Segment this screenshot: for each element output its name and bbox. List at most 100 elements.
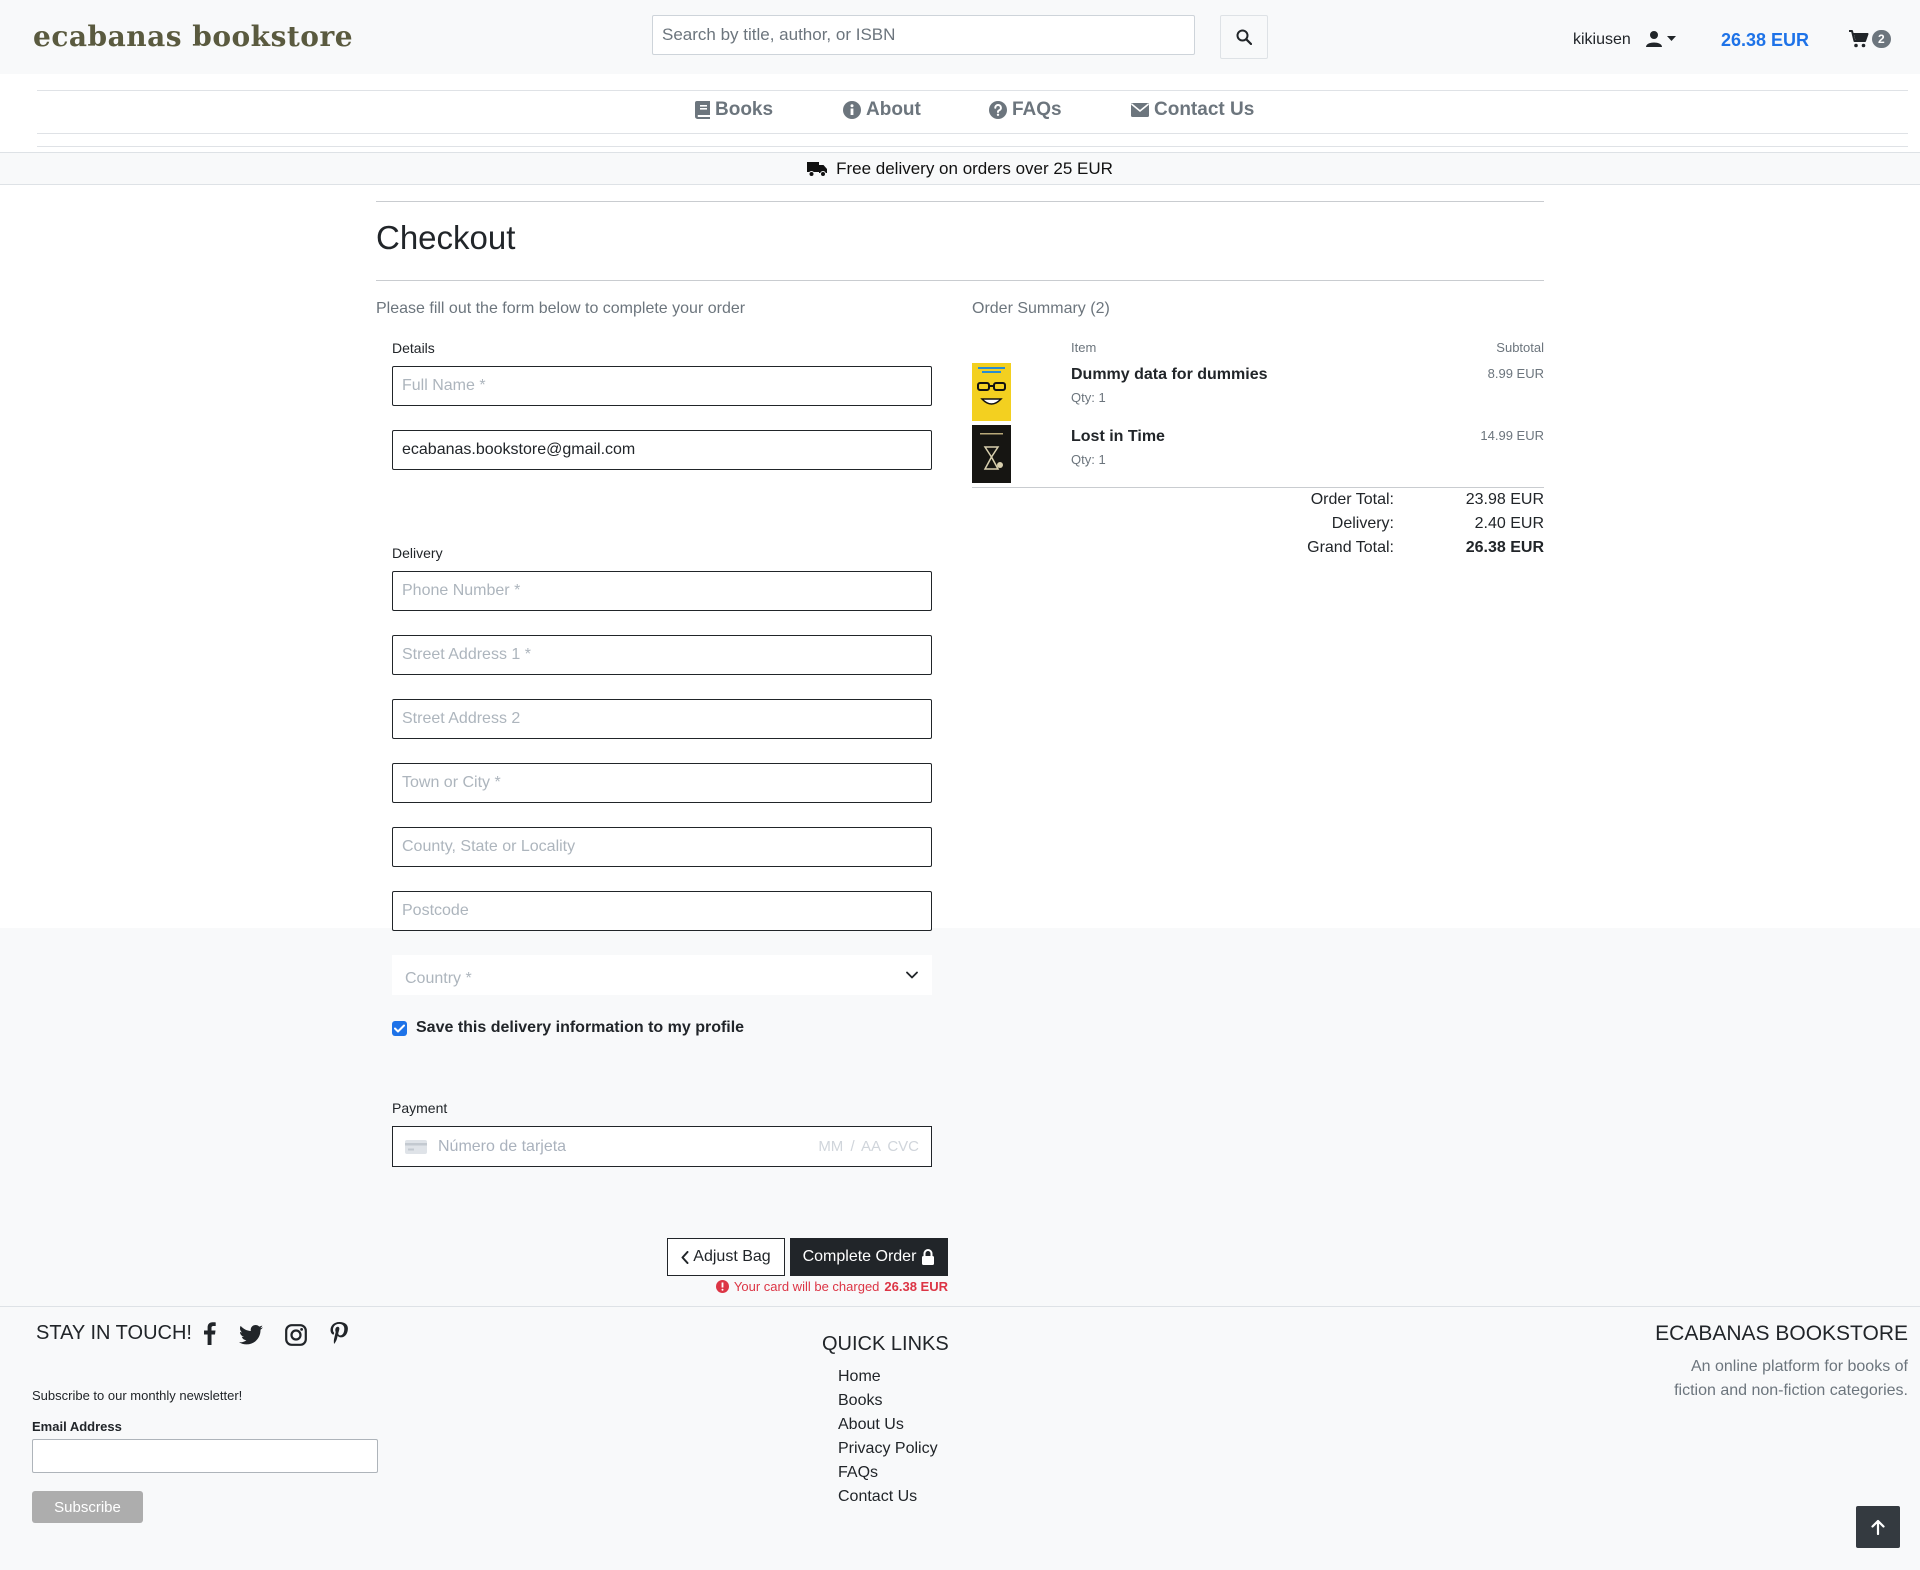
- check-icon: [394, 1024, 405, 1032]
- order-total-value: 23.98 EUR: [1465, 491, 1544, 508]
- user-icon: [1646, 31, 1662, 47]
- details-legend: Details: [392, 340, 435, 356]
- order-summary-title: Order Summary (2): [972, 300, 1110, 317]
- email-field[interactable]: [392, 430, 932, 470]
- postcode-field[interactable]: [392, 891, 932, 931]
- save-info-row: Save this delivery information to my pro…: [392, 1019, 744, 1037]
- search-input[interactable]: [652, 15, 1195, 55]
- twitter-icon: [239, 1325, 263, 1345]
- nav-label: Contact Us: [1154, 99, 1255, 120]
- chevron-left-icon: [681, 1250, 689, 1264]
- main-nav: Books About FAQs Contact Us: [0, 92, 1920, 132]
- facebook-link[interactable]: [203, 1321, 216, 1345]
- street-address-2-field[interactable]: [392, 699, 932, 739]
- nav-label: FAQs: [1012, 99, 1062, 120]
- country-placeholder: Country *: [405, 970, 472, 987]
- complete-order-label: Complete Order: [802, 1248, 917, 1265]
- instagram-icon: [285, 1324, 307, 1346]
- nav-books[interactable]: Books: [695, 99, 773, 121]
- pinterest-link[interactable]: [330, 1322, 348, 1346]
- nav-contact[interactable]: Contact Us: [1131, 99, 1254, 121]
- adjust-bag-label: Adjust Bag: [693, 1248, 771, 1265]
- quick-link-about-us[interactable]: About Us: [838, 1413, 938, 1437]
- username: kikiusen: [1573, 31, 1631, 48]
- book-cover-thumbnail: [972, 425, 1011, 483]
- stay-in-touch-title: STAY IN TOUCH!: [36, 1322, 192, 1344]
- subscribe-button[interactable]: Subscribe: [32, 1491, 143, 1523]
- save-info-checkbox[interactable]: [392, 1020, 407, 1036]
- lock-icon: [922, 1249, 935, 1265]
- newsletter-text: Subscribe to our monthly newsletter!: [32, 1388, 243, 1403]
- envelope-icon: [1131, 103, 1149, 117]
- order-total-label: Order Total:: [1310, 491, 1394, 508]
- lower-background: [0, 928, 1920, 1570]
- truck-icon: [807, 161, 828, 177]
- site-logo[interactable]: ecabanas bookstore: [33, 20, 353, 53]
- street-address-1-field[interactable]: [392, 635, 932, 675]
- nav-divider-bottom-2: [37, 146, 1908, 147]
- header-bag-total[interactable]: 26.38 EUR: [1721, 30, 1809, 51]
- card-number-placeholder: Número de tarjeta: [438, 1137, 567, 1155]
- quick-link-contact-us[interactable]: Contact Us: [838, 1485, 938, 1509]
- arrow-up-icon: [1871, 1519, 1885, 1535]
- quick-links-list: Home Books About Us Privacy Policy FAQs …: [838, 1365, 938, 1509]
- cart-count-badge: 2: [1872, 30, 1891, 48]
- facebook-icon: [204, 1322, 216, 1345]
- delivery-label: Delivery:: [1331, 515, 1394, 532]
- instagram-link[interactable]: [285, 1324, 307, 1346]
- adjust-bag-button[interactable]: Adjust Bag: [667, 1238, 785, 1276]
- banner-text: Free delivery on orders over 25 EUR: [836, 158, 1113, 178]
- charge-notice: Your card will be charged 26.38 EUR: [715, 1279, 948, 1294]
- town-or-city-field[interactable]: [392, 763, 932, 803]
- summary-col-subtotal: Subtotal: [1496, 340, 1544, 355]
- twitter-link[interactable]: [239, 1325, 263, 1345]
- complete-order-button[interactable]: Complete Order: [790, 1238, 948, 1276]
- summary-item-subtotal: 8.99 EUR: [1487, 366, 1544, 381]
- card-element[interactable]: Número de tarjeta MM / AA CVC: [392, 1126, 932, 1167]
- delivery-banner: Free delivery on orders over 25 EUR: [0, 152, 1920, 185]
- summary-divider: [972, 487, 1544, 488]
- payment-legend: Payment: [392, 1100, 448, 1116]
- phone-number-field[interactable]: [392, 571, 932, 611]
- quick-link-books[interactable]: Books: [838, 1389, 938, 1413]
- nav-divider-top: [37, 90, 1908, 91]
- nav-faqs[interactable]: FAQs: [989, 99, 1062, 121]
- charge-text: Your card will be charged: [733, 1279, 880, 1294]
- grand-total-value: 26.38 EUR: [1465, 539, 1544, 556]
- summary-item-subtotal: 14.99 EUR: [1480, 428, 1544, 443]
- search-icon: [1236, 29, 1252, 45]
- nav-about[interactable]: About: [843, 99, 921, 121]
- account-dropdown[interactable]: [1646, 30, 1676, 47]
- summary-item-title: Lost in Time: [1071, 428, 1165, 445]
- newsletter-email-input[interactable]: [32, 1439, 378, 1473]
- top-header: ecabanas bookstore kikiusen 26.38 EUR 2: [0, 0, 1920, 74]
- footer-divider: [0, 1306, 1920, 1307]
- shopping-bag-link[interactable]: 2: [1849, 30, 1891, 48]
- page-title: Checkout: [376, 219, 516, 256]
- cart-icon: [1849, 30, 1869, 48]
- quick-link-faqs[interactable]: FAQs: [838, 1461, 938, 1485]
- newsletter-email-label: Email Address: [32, 1419, 122, 1434]
- charge-amount: 26.38 EUR: [884, 1279, 948, 1294]
- quick-link-home[interactable]: Home: [838, 1365, 938, 1389]
- grand-total-label: Grand Total:: [1307, 539, 1394, 556]
- save-info-label[interactable]: Save this delivery information to my pro…: [416, 1019, 744, 1037]
- nav-label: About: [866, 99, 921, 120]
- credit-card-icon: [405, 1139, 427, 1154]
- search-button[interactable]: [1220, 15, 1268, 59]
- full-name-field[interactable]: [392, 366, 932, 406]
- delivery-value: 2.40 EUR: [1474, 515, 1544, 532]
- footer-brand-description: An online platform for books of fiction …: [1674, 1358, 1908, 1399]
- nav-divider-bottom: [37, 133, 1908, 134]
- country-select[interactable]: Country *: [392, 955, 932, 995]
- county-field[interactable]: [392, 827, 932, 867]
- back-to-top-button[interactable]: [1856, 1506, 1900, 1548]
- title-divider-bottom: [376, 280, 1544, 281]
- quick-link-privacy-policy[interactable]: Privacy Policy: [838, 1437, 938, 1461]
- pinterest-icon: [330, 1322, 348, 1344]
- delivery-legend: Delivery: [392, 545, 443, 561]
- summary-item-qty: Qty: 1: [1071, 452, 1106, 467]
- question-circle-icon: [989, 101, 1007, 119]
- exclamation-circle-icon: [715, 1280, 729, 1293]
- summary-col-item: Item: [1071, 340, 1097, 355]
